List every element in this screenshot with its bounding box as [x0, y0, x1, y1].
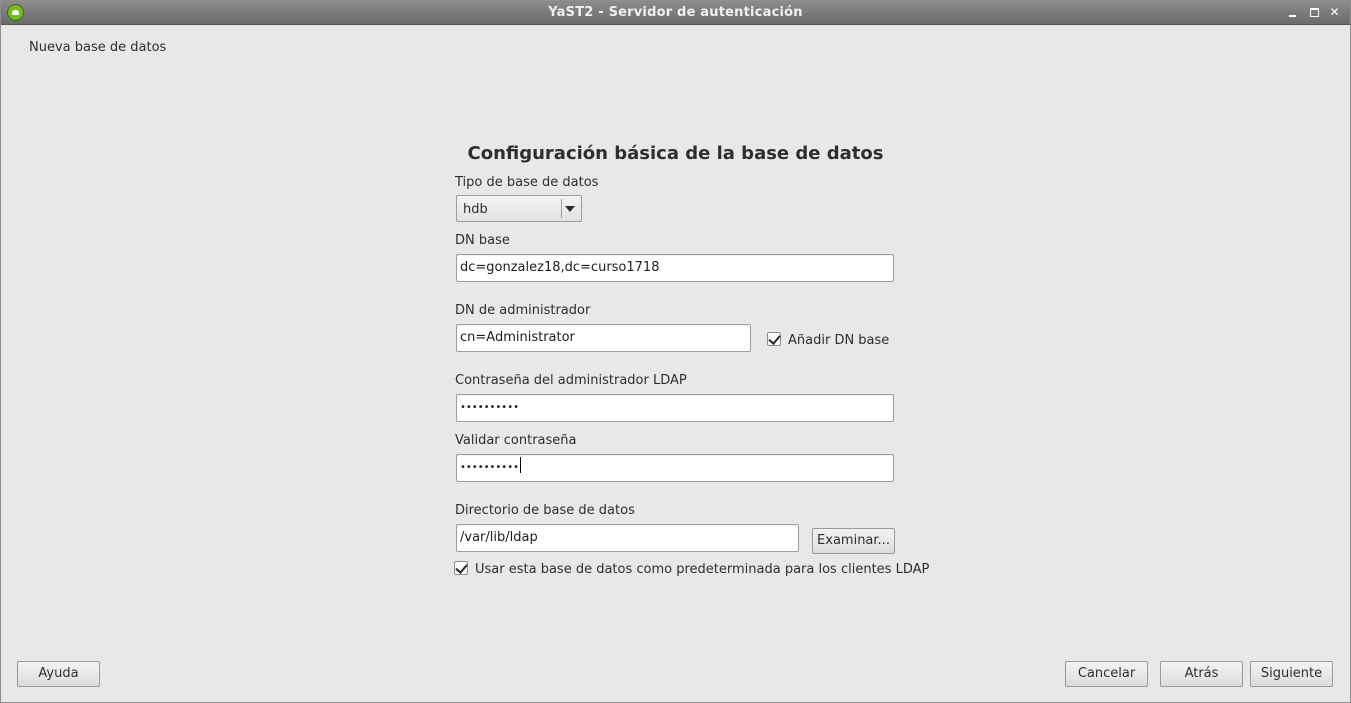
db-directory-label: Directorio de base de datos — [455, 503, 635, 518]
cancel-button[interactable]: Cancelar — [1065, 661, 1148, 687]
db-type-value: hdb — [463, 202, 488, 217]
back-button[interactable]: Atrás — [1160, 661, 1243, 687]
minimize-icon[interactable] — [1284, 4, 1301, 21]
breadcrumb: Nueva base de datos — [29, 40, 167, 55]
default-db-label[interactable]: Usar esta base de datos como predetermin… — [475, 562, 929, 577]
validate-password-label: Validar contraseña — [455, 433, 577, 448]
db-type-select[interactable]: hdb — [456, 195, 582, 222]
default-db-checkbox[interactable] — [454, 561, 468, 575]
append-base-dn-label[interactable]: Añadir DN base — [788, 333, 889, 348]
title-bar[interactable]: YaST2 - Servidor de autenticación ✕ — [1, 1, 1350, 25]
admin-password-input[interactable]: •••••••••• — [456, 394, 894, 422]
yast-window: YaST2 - Servidor de autenticación ✕ Nuev… — [0, 0, 1351, 703]
validate-password-value: •••••••••• — [460, 462, 519, 473]
base-dn-label: DN base — [455, 233, 510, 248]
validate-password-input[interactable]: •••••••••• — [456, 454, 894, 482]
base-dn-input[interactable]: dc=gonzalez18,dc=curso1718 — [456, 254, 894, 282]
close-icon[interactable]: ✕ — [1326, 4, 1343, 21]
admin-dn-input[interactable]: cn=Administrator — [456, 324, 751, 352]
chevron-down-icon[interactable] — [565, 206, 575, 212]
admin-dn-label: DN de administrador — [455, 303, 591, 318]
window-title: YaST2 - Servidor de autenticación — [548, 5, 803, 20]
db-type-label: Tipo de base de datos — [455, 175, 599, 190]
db-directory-input[interactable]: /var/lib/ldap — [456, 524, 799, 552]
page-title: Configuración básica de la base de datos — [467, 143, 884, 164]
combo-separator — [561, 199, 562, 218]
admin-password-label: Contraseña del administrador LDAP — [455, 373, 687, 388]
browse-button[interactable]: Examinar... — [812, 528, 895, 554]
text-caret — [519, 457, 521, 473]
append-base-dn-checkbox[interactable] — [767, 332, 781, 346]
maximize-icon[interactable] — [1306, 4, 1323, 21]
help-button[interactable]: Ayuda — [17, 661, 100, 687]
next-button[interactable]: Siguiente — [1250, 661, 1333, 687]
